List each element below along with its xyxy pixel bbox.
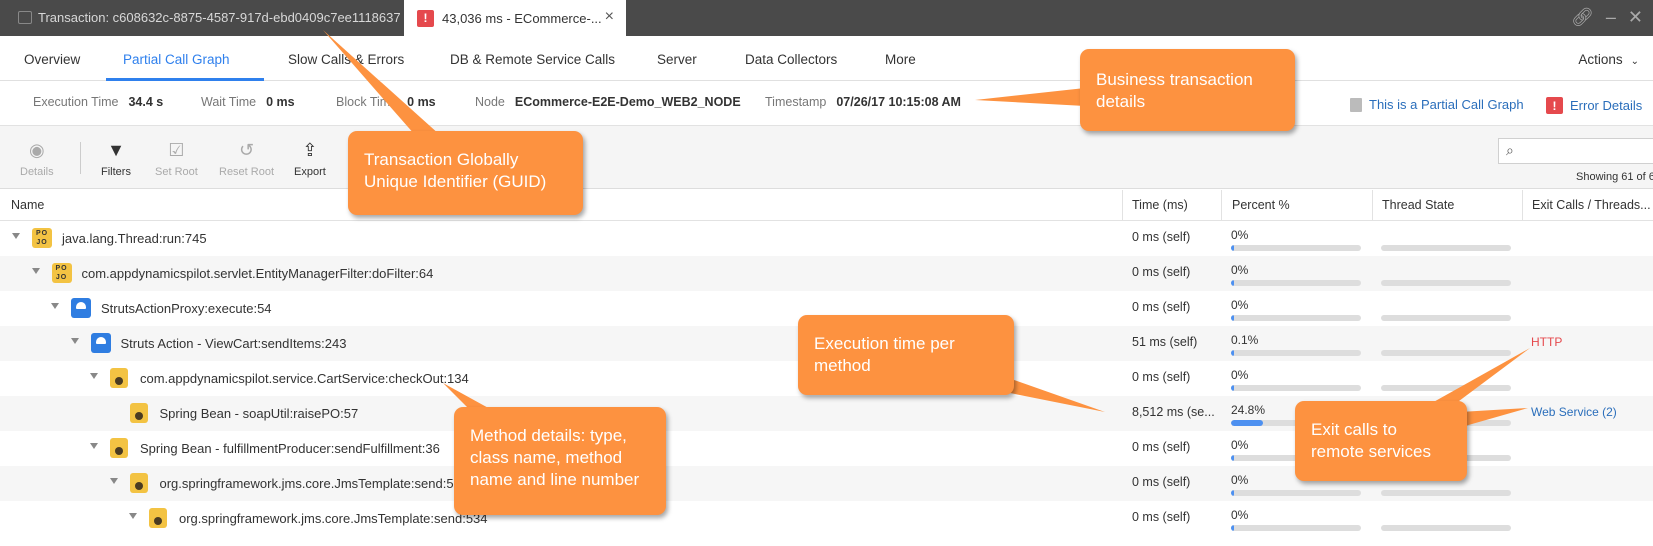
callout-exit-calls: Exit calls to remote services xyxy=(1295,401,1467,481)
exec-time-pointer xyxy=(1000,375,1105,412)
callout-execution-time: Execution time per method xyxy=(798,315,1014,395)
business-pointer xyxy=(975,88,1085,106)
guid-pointer xyxy=(323,30,440,135)
callout-guid: Transaction Globally Unique Identifier (… xyxy=(348,131,583,215)
exit-http-pointer xyxy=(1430,348,1530,404)
exit-ws-pointer xyxy=(1460,408,1528,426)
callout-method-details: Method details: type, class name, method… xyxy=(454,407,666,515)
callout-business-details: Business transaction details xyxy=(1080,49,1295,131)
method-pointer xyxy=(443,383,492,410)
